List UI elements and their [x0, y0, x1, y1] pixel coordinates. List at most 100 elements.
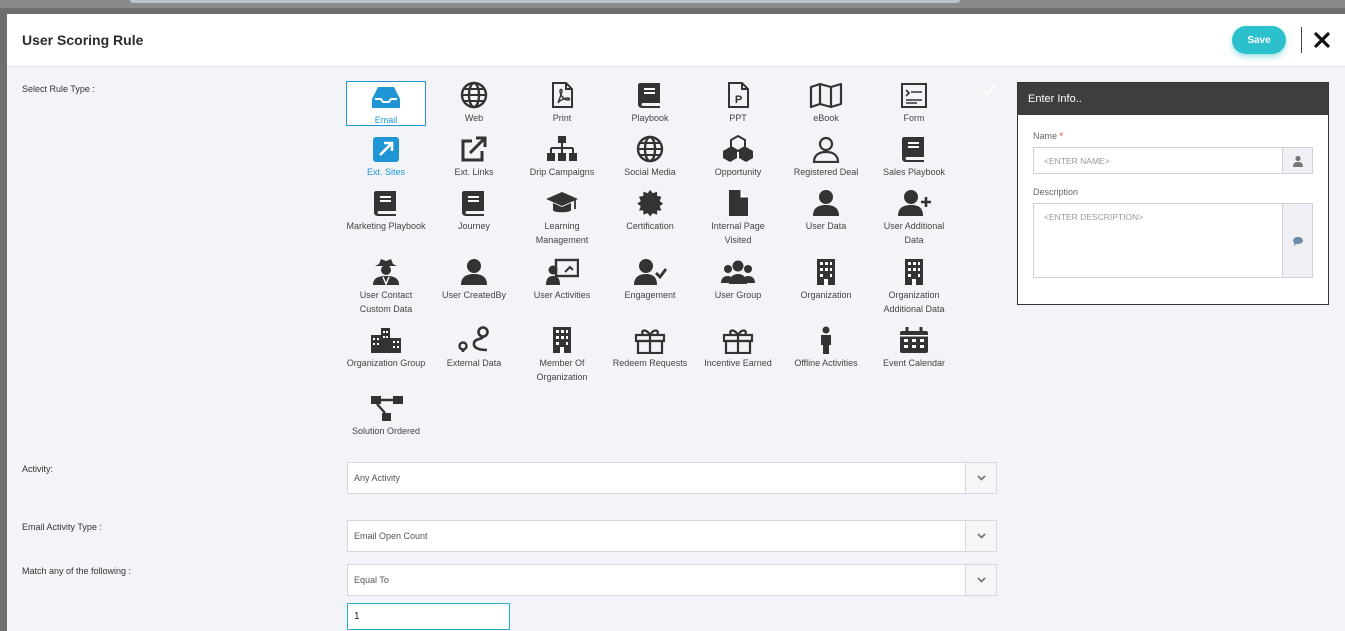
rule-type-label-text: eBook [813, 113, 839, 123]
rule-type-form[interactable]: Form [874, 81, 954, 125]
rule-type-print[interactable]: Print [522, 81, 602, 125]
rule-type-marketing-playbook[interactable]: Marketing Playbook [346, 189, 426, 233]
user-plus-icon [898, 190, 931, 216]
rule-type-ppt[interactable]: P PPT [698, 81, 778, 125]
rule-type-solution-ordered[interactable]: Solution Ordered [346, 394, 426, 438]
description-addon [1282, 204, 1312, 277]
rule-type-ext-links[interactable]: Ext. Links [434, 135, 514, 179]
rule-type-opportunity[interactable]: Opportunity [698, 135, 778, 179]
email-activity-dropdown-toggle[interactable] [965, 521, 996, 551]
rule-type-label-text: External Data [446, 358, 502, 368]
user-check-icon [634, 259, 667, 285]
rule-type-label-text: Form [903, 113, 925, 123]
activity-label: Activity: [22, 464, 54, 474]
rule-type-journey[interactable]: Journey [434, 189, 514, 233]
rule-type-label-text: Event Calendar [882, 358, 946, 368]
rule-type-offline-activities[interactable]: Offline Activities [786, 326, 866, 370]
rule-type-label-text: Sales Playbook [882, 167, 946, 177]
rule-type-label-text: Organization Additional Data [883, 290, 945, 314]
rule-type-user-activities[interactable]: User Activities [522, 258, 602, 302]
building-icon [905, 259, 923, 285]
save-button[interactable]: Save [1232, 26, 1286, 54]
rule-type-internal-page-visited[interactable]: Internal Page Visited [698, 189, 778, 247]
rule-type-label-text: Offline Activities [794, 358, 858, 368]
description-placeholder: <ENTER DESCRIPTION> [1044, 212, 1144, 222]
cubes-icon [723, 135, 753, 162]
rule-type-organization-additional-data[interactable]: Organization Additional Data [874, 258, 954, 316]
rule-type-label-text: User CreatedBy [441, 290, 507, 300]
svg-text:P: P [735, 94, 742, 106]
rule-type-label-text: Incentive Earned [704, 358, 772, 368]
rule-type-social-media[interactable]: Social Media [610, 135, 690, 179]
globe-icon [636, 135, 664, 163]
check-icon [982, 85, 996, 96]
rule-type-redeem-requests[interactable]: Redeem Requests [610, 326, 690, 370]
rule-type-playbook[interactable]: Playbook [610, 81, 690, 125]
gift-icon [634, 329, 666, 354]
rule-type-event-calendar[interactable]: Event Calendar [874, 326, 954, 370]
rule-type-organization-group[interactable]: Organization Group [346, 326, 426, 370]
chevron-down-icon [977, 475, 986, 481]
book-icon [374, 191, 396, 216]
rule-type-label-text: Social Media [624, 167, 676, 177]
match-dropdown-toggle[interactable] [965, 565, 996, 595]
modal-header: User Scoring Rule Save [7, 14, 1345, 67]
rule-type-ext-sites[interactable]: Ext. Sites [346, 135, 426, 179]
match-value-input[interactable] [347, 603, 510, 630]
rule-type-certification[interactable]: Certification [610, 189, 690, 233]
header-divider [1301, 27, 1302, 53]
rule-type-engagement[interactable]: Engagement [610, 258, 690, 302]
rule-type-label-text: Organization [800, 290, 852, 300]
building-icon [817, 259, 835, 285]
rule-type-drip-campaigns[interactable]: Drip Campaigns [522, 135, 602, 179]
rule-type-label-text: Ext. Links [454, 167, 494, 177]
background-pill [130, 0, 960, 3]
name-input[interactable]: <ENTER NAME> [1033, 147, 1313, 174]
users-icon [721, 260, 755, 284]
external-link-icon [461, 136, 487, 162]
rule-type-incentive-earned[interactable]: Incentive Earned [698, 326, 778, 370]
comment-icon [1293, 236, 1303, 246]
email-activity-type-select[interactable]: Email Open Count [347, 520, 997, 552]
chevron-down-icon [977, 577, 986, 583]
close-icon[interactable] [1312, 30, 1332, 50]
book-icon [902, 137, 924, 162]
rule-type-sales-playbook[interactable]: Sales Playbook [874, 135, 954, 179]
activity-select[interactable]: Any Activity [347, 462, 997, 494]
modal-title: User Scoring Rule [22, 32, 144, 48]
rule-type-ebook[interactable]: eBook [786, 81, 866, 125]
rule-type-label-text: Internal Page Visited [711, 221, 765, 245]
rule-type-label-text: Registered Deal [793, 167, 859, 177]
background-top-bar [0, 0, 1345, 8]
rule-type-label-text: User Contact Custom Data [359, 290, 413, 314]
rule-type-user-additional-data[interactable]: User Additional Data [874, 189, 954, 247]
rule-type-label-text: Journey [457, 221, 491, 231]
email-activity-type-value: Email Open Count [354, 531, 428, 541]
rule-type-label-text: Member Of Organization [536, 358, 588, 382]
description-input[interactable]: <ENTER DESCRIPTION> [1033, 203, 1313, 278]
rule-type-user-contact-custom-data[interactable]: User Contact Custom Data [346, 258, 426, 316]
rule-type-label-text: Learning Management [535, 221, 589, 245]
rule-type-web[interactable]: Web [434, 81, 514, 125]
gift-icon [722, 329, 754, 354]
name-label: Name * [1033, 131, 1063, 141]
rule-type-learning-management[interactable]: Learning Management [522, 189, 602, 247]
rule-type-member-of-organization[interactable]: Member Of Organization [522, 326, 602, 384]
rule-type-user-data[interactable]: User Data [786, 189, 866, 233]
rule-type-email[interactable]: Email [346, 81, 426, 126]
rule-type-label-text: Opportunity [714, 167, 762, 177]
required-mark: * [1059, 131, 1064, 141]
rule-type-label-text: User Activities [533, 290, 591, 300]
rule-type-user-group[interactable]: User Group [698, 258, 778, 302]
book-icon [638, 83, 660, 108]
rule-type-registered-deal[interactable]: Registered Deal [786, 135, 866, 179]
match-operator-select[interactable]: Equal To [347, 564, 997, 596]
activity-dropdown-toggle[interactable] [965, 463, 996, 493]
rule-type-user-createdby[interactable]: User CreatedBy [434, 258, 514, 302]
rule-type-label-text: PPT [729, 113, 747, 123]
calendar-icon [900, 327, 928, 353]
chevron-down-icon [977, 533, 986, 539]
rule-type-organization[interactable]: Organization [786, 258, 866, 302]
rule-type-external-data[interactable]: External Data [434, 326, 514, 370]
rule-type-label-text: Certification [626, 221, 674, 231]
